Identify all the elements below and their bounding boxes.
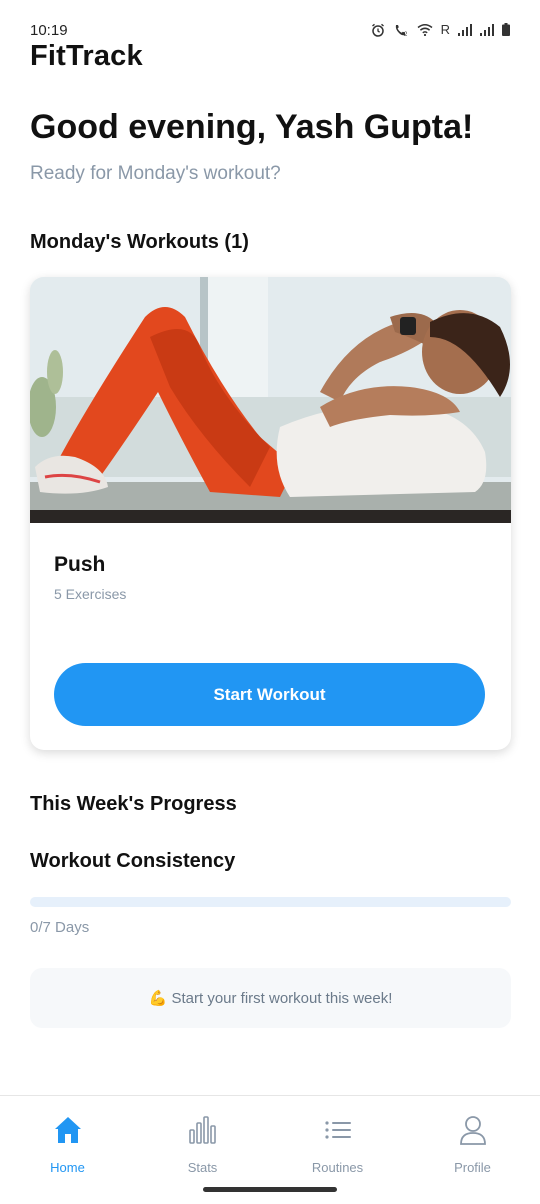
person-icon [459, 1116, 486, 1145]
status-icons: 2 R [371, 22, 510, 37]
bar-chart-icon [188, 1116, 216, 1144]
nav-label-profile: Profile [454, 1160, 491, 1175]
nav-label-routines: Routines [311, 1160, 364, 1175]
list-icon [324, 1121, 351, 1139]
status-bar: 10:19 2 R [0, 0, 540, 44]
workout-exercise-count: 5 Exercises [54, 586, 127, 602]
workout-name: Push [54, 553, 106, 576]
consistency-progress-bar [30, 897, 511, 907]
motivation-message: 💪 Start your first workout this week! [30, 968, 511, 1028]
workout-card[interactable]: Push 5 Exercises Start Workout [30, 277, 511, 750]
greeting-title: Good evening, Yash Gupta! [30, 108, 474, 146]
progress-section-title: This Week's Progress [30, 793, 237, 815]
nav-label-home: Home [50, 1160, 85, 1175]
signal-icon [458, 23, 472, 36]
status-time: 10:19 [30, 22, 68, 39]
home-icon [54, 1117, 81, 1143]
svg-text:2: 2 [404, 32, 408, 37]
wifi-icon [417, 24, 433, 36]
home-screen: 10:19 2 R FitTrack Good evening, Yash Gu… [0, 0, 540, 1204]
signal-icon [480, 23, 494, 36]
start-workout-button[interactable]: Start Workout [54, 663, 485, 726]
nav-label-stats: Stats [187, 1160, 218, 1175]
workouts-section-title: Monday's Workouts (1) [30, 231, 249, 253]
nav-item-home[interactable]: Home [0, 1096, 135, 1204]
nav-item-profile[interactable]: Profile [405, 1096, 540, 1204]
roaming-indicator: R [440, 22, 450, 37]
consistency-title: Workout Consistency [30, 850, 236, 872]
app-title: FitTrack [30, 40, 143, 72]
wifi-call-icon: 2 [395, 24, 408, 37]
greeting-subtitle: Ready for Monday's workout? [30, 163, 281, 184]
consistency-days-label: 0/7 Days [30, 919, 90, 936]
workout-image [30, 277, 511, 523]
home-indicator[interactable] [203, 1187, 337, 1192]
battery-icon [502, 23, 510, 36]
alarm-icon [371, 23, 384, 37]
